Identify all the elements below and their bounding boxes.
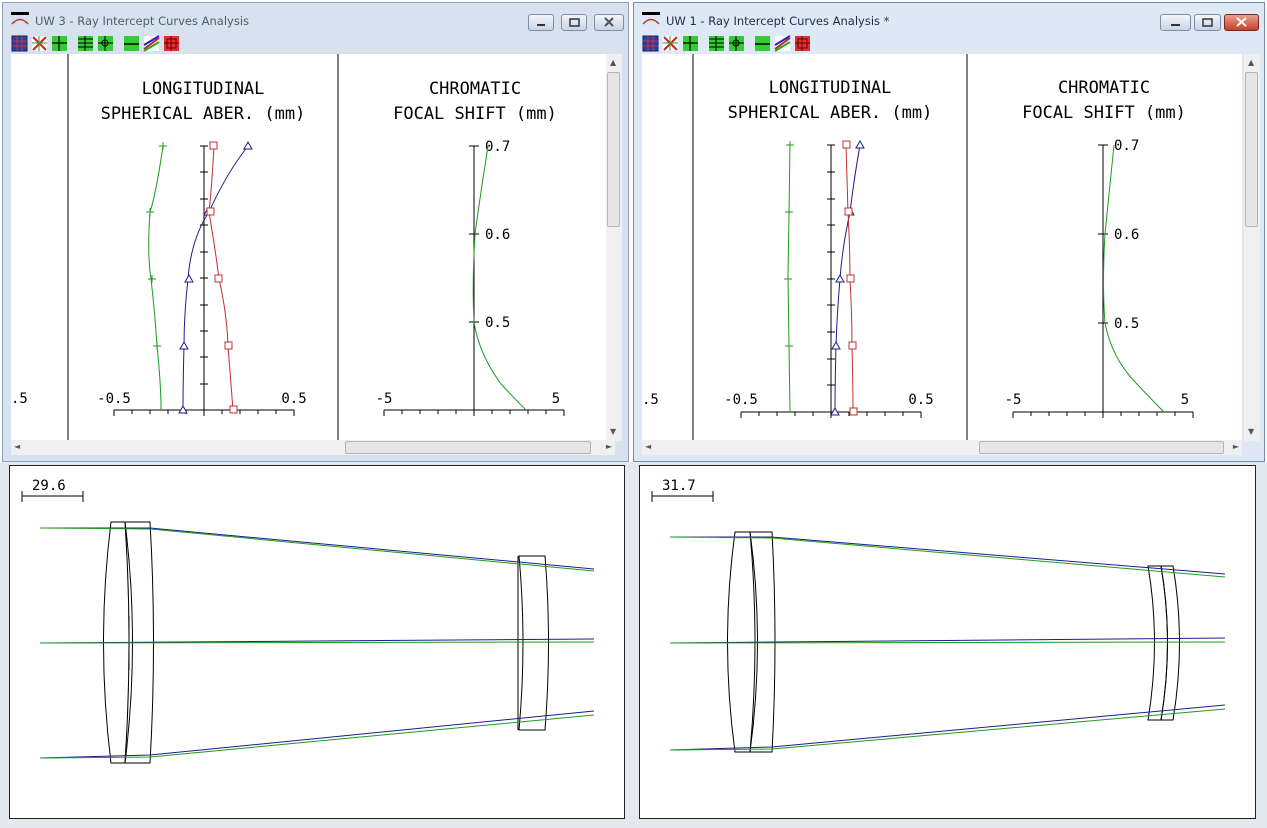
- cfs-x-ticks: [1012, 412, 1194, 418]
- cfs-y-label-05: 0.5: [485, 315, 510, 331]
- scale-bar-label: 31.7: [662, 478, 696, 494]
- cfs-tick-left: -5: [376, 391, 393, 407]
- horizontal-scroll-thumb[interactable]: [345, 441, 591, 454]
- scroll-up-arrow-icon[interactable]: ▲: [1248, 58, 1254, 68]
- analysis-window-uw1[interactable]: UW 1 - Ray Intercept Curves Analysis * .…: [633, 2, 1265, 462]
- cfs-title-2: FOCAL SHIFT (mm): [393, 104, 557, 124]
- frame-icon[interactable]: [163, 35, 180, 52]
- horizontal-scroll-thumb[interactable]: [979, 441, 1224, 454]
- line-icon[interactable]: [123, 35, 140, 52]
- lsa-title-1: LONGITUDINAL: [142, 79, 265, 99]
- rear-lens-element: [518, 555, 549, 731]
- cfs-y-label-05: 0.5: [1114, 316, 1139, 332]
- app-icon: [642, 12, 660, 25]
- cfs-title-1: CHROMATIC: [1058, 78, 1150, 98]
- minimize-button[interactable]: [528, 14, 554, 31]
- title-bar[interactable]: UW 3 - Ray Intercept Curves Analysis: [3, 3, 628, 33]
- aberration-chart: .5 LONGITUDINAL SPHERICAL ABER. (mm) -0.…: [642, 54, 1194, 441]
- vertical-scroll-thumb[interactable]: [1245, 72, 1258, 227]
- lsa-tick-right: 0.5: [281, 391, 306, 407]
- partial-tick-label: .5: [11, 391, 28, 407]
- title-bar[interactable]: UW 1 - Ray Intercept Curves Analysis *: [634, 3, 1264, 33]
- ray-lower-blue: [39, 710, 595, 759]
- close-button[interactable]: [594, 14, 624, 31]
- restore-button[interactable]: [561, 14, 587, 31]
- cfs-title-2: FOCAL SHIFT (mm): [1022, 103, 1186, 123]
- app-icon: [11, 12, 29, 25]
- lsa-title-2: SPHERICAL ABER. (mm): [728, 103, 933, 123]
- scroll-up-arrow-icon[interactable]: ▲: [610, 58, 616, 68]
- aberration-chart: .5 LONGITUDINAL SPHERICAL ABER. (mm) -0.…: [11, 54, 565, 441]
- cfs-curve-green: [1103, 144, 1165, 413]
- fit-icon[interactable]: [708, 35, 725, 52]
- lsa-title-1: LONGITUDINAL: [769, 78, 892, 98]
- lens-layout-drawing: 29.6: [21, 478, 595, 764]
- cfs-tick-left: -5: [1005, 392, 1022, 408]
- scroll-down-arrow-icon[interactable]: ▼: [610, 427, 616, 437]
- frame-icon[interactable]: [794, 35, 811, 52]
- zoom-icon[interactable]: [662, 35, 679, 52]
- color-icon[interactable]: [143, 35, 160, 52]
- lsa-tick-left: -0.5: [724, 392, 758, 408]
- cfs-tick-right: 5: [1181, 392, 1189, 408]
- window-title: UW 3 - Ray Intercept Curves Analysis: [35, 14, 250, 28]
- vertical-scroll-thumb[interactable]: [607, 72, 620, 227]
- minimize-button[interactable]: [1160, 14, 1191, 31]
- cfs-x-ticks: [383, 410, 565, 416]
- lsa-curve-green: [148, 145, 164, 411]
- cfs-title-1: CHROMATIC: [429, 79, 521, 99]
- ray-lower-green: [39, 714, 595, 759]
- scroll-right-arrow-icon[interactable]: ►: [1233, 442, 1239, 452]
- color-icon[interactable]: [774, 35, 791, 52]
- cfs-y-label-06: 0.6: [1114, 227, 1139, 243]
- ray-upper-green: [39, 527, 595, 572]
- pan-icon[interactable]: [97, 35, 114, 52]
- cfs-y-label-07: 0.7: [485, 139, 510, 155]
- cfs-y-label-07: 0.7: [1114, 138, 1139, 154]
- close-button[interactable]: [1224, 14, 1259, 31]
- cfs-tick-right: 5: [552, 391, 560, 407]
- lens-layout-drawing: 31.7: [651, 478, 1226, 753]
- scale-bar-label: 29.6: [32, 478, 66, 494]
- grid-icon[interactable]: [11, 35, 28, 52]
- partial-tick-label: .5: [642, 392, 659, 408]
- lsa-tick-right: 0.5: [908, 392, 933, 408]
- horizontal-scrollbar[interactable]: ◄ ►: [642, 440, 1242, 455]
- lens-layout-pane-uw1: 31.7: [639, 465, 1256, 819]
- scroll-left-arrow-icon[interactable]: ◄: [14, 442, 20, 452]
- window-title: UW 1 - Ray Intercept Curves Analysis *: [666, 14, 890, 28]
- scroll-right-arrow-icon[interactable]: ►: [606, 442, 612, 452]
- vertical-scrollbar[interactable]: ▲ ▼: [606, 54, 622, 441]
- zoom-icon[interactable]: [31, 35, 48, 52]
- fit-icon[interactable]: [77, 35, 94, 52]
- horizontal-scrollbar[interactable]: ◄ ►: [11, 440, 615, 455]
- analysis-window-uw3[interactable]: UW 3 - Ray Intercept Curves Analysis .5 …: [2, 2, 629, 462]
- crosshair-icon[interactable]: [51, 35, 68, 52]
- grid-icon[interactable]: [642, 35, 659, 52]
- line-icon[interactable]: [754, 35, 771, 52]
- lsa-red-markers: [842, 140, 858, 416]
- ray-intercept-plot: .5 LONGITUDINAL SPHERICAL ABER. (mm) -0.…: [642, 54, 1242, 441]
- pan-icon[interactable]: [728, 35, 745, 52]
- scroll-down-arrow-icon[interactable]: ▼: [1248, 427, 1254, 437]
- lens-layout-pane-uw3: 29.6: [9, 465, 625, 819]
- restore-button[interactable]: [1194, 14, 1221, 31]
- lsa-tick-left: -0.5: [97, 391, 131, 407]
- ray-intercept-plot: .5 LONGITUDINAL SPHERICAL ABER. (mm) -0.…: [11, 54, 615, 441]
- cfs-y-label-06: 0.6: [485, 227, 510, 243]
- vertical-scrollbar[interactable]: ▲ ▼: [1244, 54, 1260, 441]
- lsa-x-ticks: [113, 410, 295, 416]
- rear-lens-element-2: [1160, 565, 1180, 721]
- lsa-title-2: SPHERICAL ABER. (mm): [101, 104, 306, 124]
- cfs-curve-green: [472, 145, 527, 411]
- scroll-left-arrow-icon[interactable]: ◄: [645, 442, 651, 452]
- crosshair-icon[interactable]: [682, 35, 699, 52]
